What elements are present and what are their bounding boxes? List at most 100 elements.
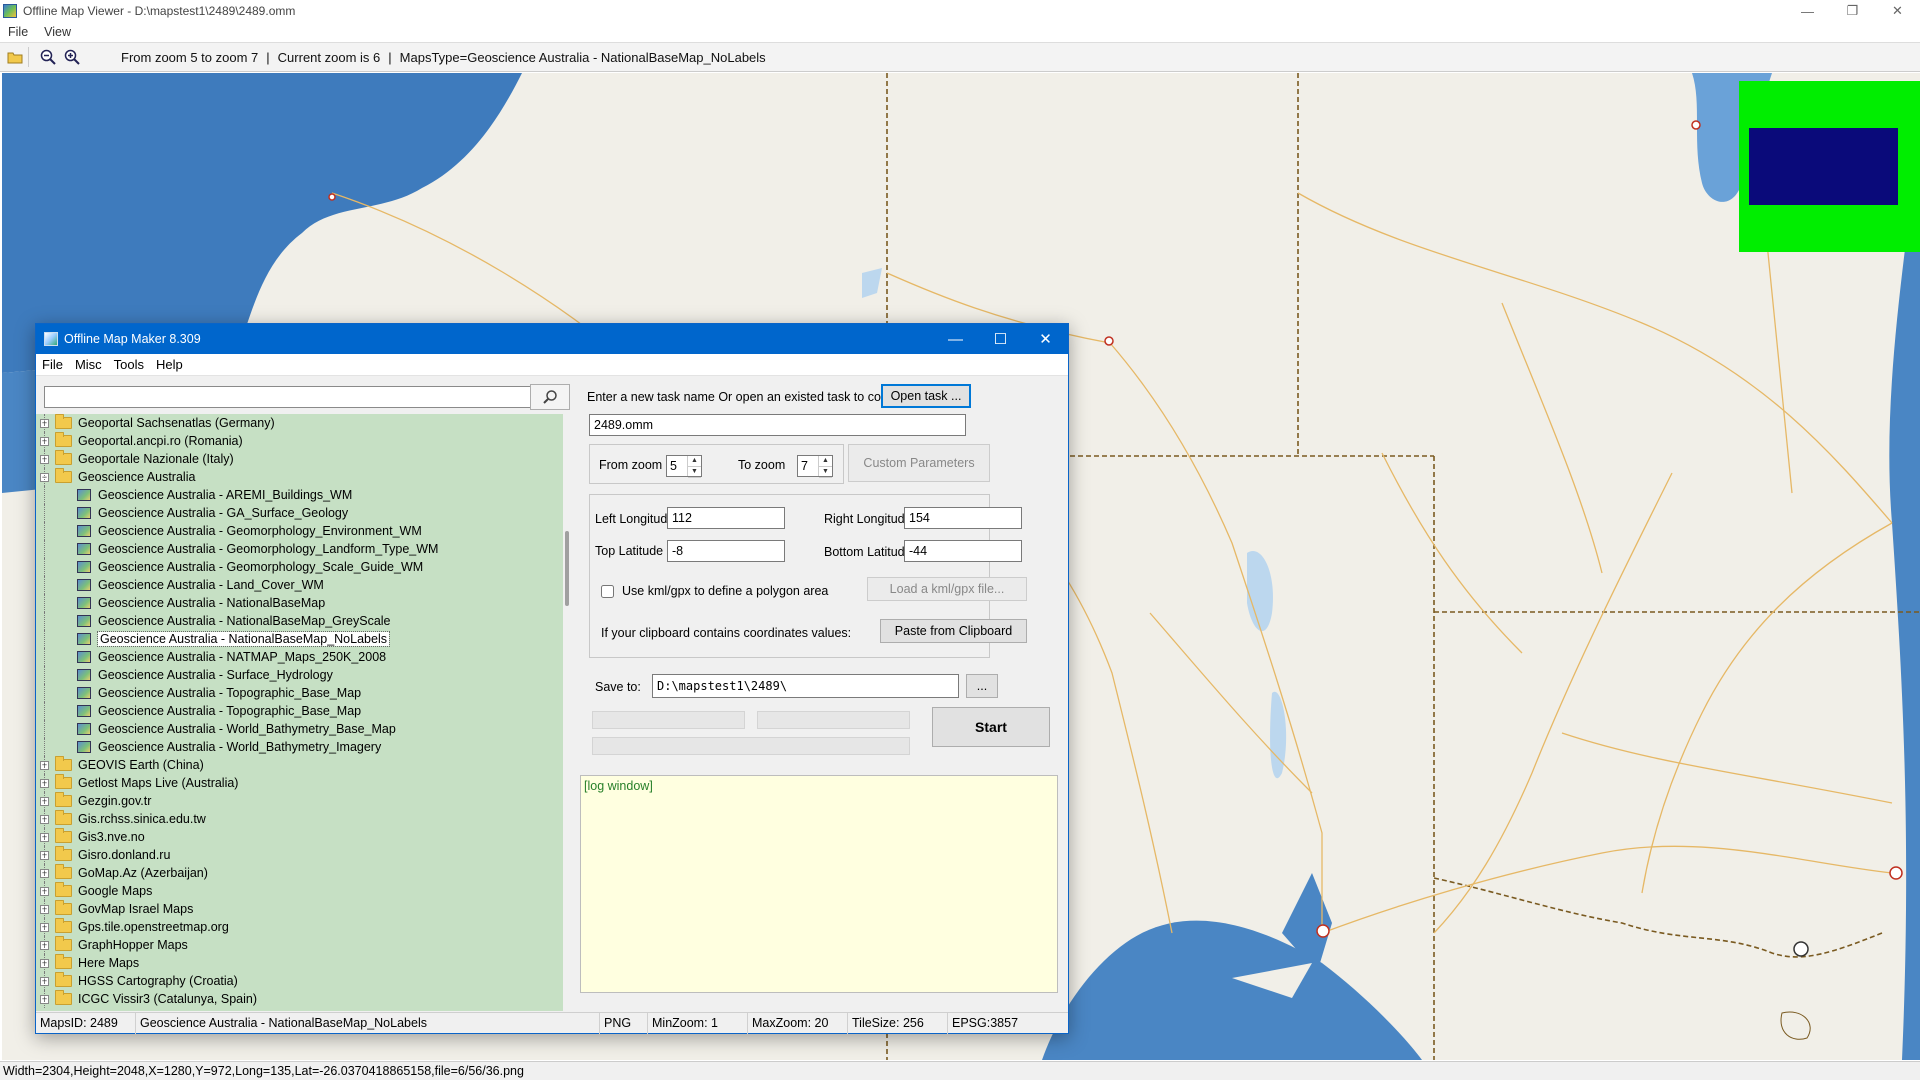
restore-button[interactable]: ❐ <box>1830 0 1875 22</box>
tree-line <box>44 900 45 918</box>
dialog-minimize-button[interactable]: — <box>933 324 978 354</box>
tree-folder-item[interactable]: + GraphHopper Maps <box>36 936 563 954</box>
tree-line <box>44 540 45 558</box>
open-folder-icon[interactable] <box>6 48 24 66</box>
tree-folder-item[interactable]: + Geoportal Sachsenatlas (Germany) <box>36 414 563 432</box>
tree-map-item[interactable]: Geoscience Australia - World_Bathymetry_… <box>36 720 563 738</box>
window-controls: — ❐ ✕ <box>1785 0 1920 22</box>
menu-file[interactable]: File <box>0 25 36 39</box>
dialog-close-button[interactable]: ✕ <box>1023 324 1068 354</box>
tree-folder-item[interactable]: + Gps.tile.openstreetmap.org <box>36 918 563 936</box>
tree-folder-item[interactable]: + Geoportal.ancpi.ro (Romania) <box>36 432 563 450</box>
tree-line <box>44 522 45 540</box>
left-longitude-input[interactable] <box>667 507 785 529</box>
dialog-menu-tools[interactable]: Tools <box>108 357 150 372</box>
to-zoom-spinner[interactable]: 7 ▲ ▼ <box>797 455 833 478</box>
folder-icon <box>55 900 72 915</box>
tree-folder-item[interactable]: + GoMap.Az (Azerbaijan) <box>36 864 563 882</box>
tree-map-item[interactable]: Geoscience Australia - Land_Cover_WM <box>36 576 563 594</box>
tree-scroll-thumb[interactable] <box>565 531 569 606</box>
use-kml-label: Use kml/gpx to define a polygon area <box>622 584 829 598</box>
tree-map-item[interactable]: Geoscience Australia - GA_Surface_Geolog… <box>36 504 563 522</box>
search-icon <box>543 390 557 404</box>
tree-item-label: Geoportale Nazionale (Italy) <box>78 452 234 466</box>
dialog-menu-help[interactable]: Help <box>150 357 189 372</box>
status-maps-name: Geoscience Australia - NationalBaseMap_N… <box>136 1013 600 1034</box>
save-path-input[interactable] <box>652 674 959 698</box>
spin-down-icon[interactable]: ▼ <box>819 467 832 478</box>
tree-item-label: Geoscience Australia - Surface_Hydrology <box>98 668 333 682</box>
tree-folder-item[interactable]: + Gis.rchss.sinica.edu.tw <box>36 810 563 828</box>
tree-map-item[interactable]: Geoscience Australia - NationalBaseMap_G… <box>36 612 563 630</box>
tree-folder-item[interactable]: + HGSS Cartography (Croatia) <box>36 972 563 990</box>
tree-map-item[interactable]: Geoscience Australia - Surface_Hydrology <box>36 666 563 684</box>
tree-map-item[interactable]: Geoscience Australia - NationalBaseMap <box>36 594 563 612</box>
spin-up-icon[interactable]: ▲ <box>688 456 701 467</box>
tree-folder-item[interactable]: + Gis3.nve.no <box>36 828 563 846</box>
zoom-out-icon[interactable] <box>39 48 57 66</box>
separator: | <box>388 49 392 65</box>
tree-map-item[interactable]: Geoscience Australia - Geomorphology_Env… <box>36 522 563 540</box>
map-layer-icon <box>77 489 91 501</box>
tree-scrollbar[interactable] <box>563 414 574 1011</box>
tree-folder-item[interactable]: + GEOVIS Earth (China) <box>36 756 563 774</box>
dialog-menu-file[interactable]: File <box>36 357 69 372</box>
tree-folder-item[interactable]: + Getlost Maps Live (Australia) <box>36 774 563 792</box>
task-name-input[interactable] <box>589 414 966 436</box>
from-zoom-spin-buttons[interactable]: ▲ ▼ <box>687 456 701 478</box>
tree-folder-item[interactable]: + GovMap Israel Maps <box>36 900 563 918</box>
custom-parameters-button[interactable]: Custom Parameters <box>848 444 990 482</box>
tree-map-item[interactable]: Geoscience Australia - Topographic_Base_… <box>36 702 563 720</box>
to-zoom-spin-buttons[interactable]: ▲ ▼ <box>818 456 832 478</box>
from-zoom-spinner[interactable]: 5 ▲ ▼ <box>666 455 702 478</box>
map-layer-icon <box>77 525 91 537</box>
map-source-tree[interactable]: + Geoportal Sachsenatlas (Germany) + Geopor… <box>36 414 563 1011</box>
zoom-info: From zoom 5 to zoom 7 | Current zoom is … <box>121 50 766 65</box>
menu-view[interactable]: View <box>36 25 79 39</box>
load-kml-button[interactable]: Load a kml/gpx file... <box>867 577 1027 601</box>
search-button[interactable] <box>530 384 570 410</box>
tree-map-item[interactable]: Geoscience Australia - Topographic_Base_… <box>36 684 563 702</box>
spin-down-icon[interactable]: ▼ <box>688 467 701 478</box>
dialog-maximize-button[interactable]: ☐ <box>978 324 1023 354</box>
tree-line <box>44 648 45 666</box>
tree-folder-item[interactable]: + Geoportale Nazionale (Italy) <box>36 450 563 468</box>
minimize-button[interactable]: — <box>1785 0 1830 22</box>
start-button[interactable]: Start <box>932 707 1050 747</box>
log-window[interactable]: [log window] <box>580 775 1058 993</box>
tree-map-item[interactable]: Geoscience Australia - Geomorphology_Lan… <box>36 540 563 558</box>
open-task-button[interactable]: Open task ... <box>881 384 971 408</box>
browse-button[interactable]: ... <box>966 674 998 698</box>
tree-folder-item[interactable]: + Gezgin.gov.tr <box>36 792 563 810</box>
tree-map-item[interactable]: Geoscience Australia - NationalBaseMap_N… <box>36 630 563 648</box>
tree-folder-item[interactable]: + Gisro.donland.ru <box>36 846 563 864</box>
tree-item-label: GoMap.Az (Azerbaijan) <box>78 866 208 880</box>
paste-clipboard-button[interactable]: Paste from Clipboard <box>880 619 1027 643</box>
use-kml-checkbox[interactable] <box>601 585 614 598</box>
spin-up-icon[interactable]: ▲ <box>819 456 832 467</box>
zoom-in-icon[interactable] <box>63 48 81 66</box>
tree-line <box>44 918 45 936</box>
right-longitude-input[interactable] <box>904 507 1022 529</box>
folder-icon <box>55 414 72 429</box>
tree-line <box>44 504 45 522</box>
map-search-input[interactable] <box>44 386 531 408</box>
close-button[interactable]: ✕ <box>1875 0 1920 22</box>
tree-folder-item[interactable]: + Here Maps <box>36 954 563 972</box>
save-to-label: Save to: <box>595 680 641 694</box>
tree-line <box>44 468 45 486</box>
tree-map-item[interactable]: Geoscience Australia - AREMI_Buildings_W… <box>36 486 563 504</box>
tree-map-item[interactable]: Geoscience Australia - World_Bathymetry_… <box>36 738 563 756</box>
tree-folder-item[interactable]: + Google Maps <box>36 882 563 900</box>
log-scrollbar[interactable] <box>1058 775 1068 993</box>
tree-map-item[interactable]: Geoscience Australia - Geomorphology_Sca… <box>36 558 563 576</box>
tree-folder-item[interactable]: − Geoscience Australia <box>36 468 563 486</box>
tree-item-label: Geoscience Australia - NationalBaseMap_N… <box>97 631 390 647</box>
top-latitude-input[interactable] <box>667 540 785 562</box>
dialog-titlebar: Offline Map Maker 8.309 — ☐ ✕ <box>36 324 1068 354</box>
tree-folder-item[interactable]: + ICGC Vissir3 (Catalunya, Spain) <box>36 990 563 1008</box>
map-layer-icon <box>77 579 91 591</box>
bottom-latitude-input[interactable] <box>904 540 1022 562</box>
tree-map-item[interactable]: Geoscience Australia - NATMAP_Maps_250K_… <box>36 648 563 666</box>
dialog-menu-misc[interactable]: Misc <box>69 357 108 372</box>
